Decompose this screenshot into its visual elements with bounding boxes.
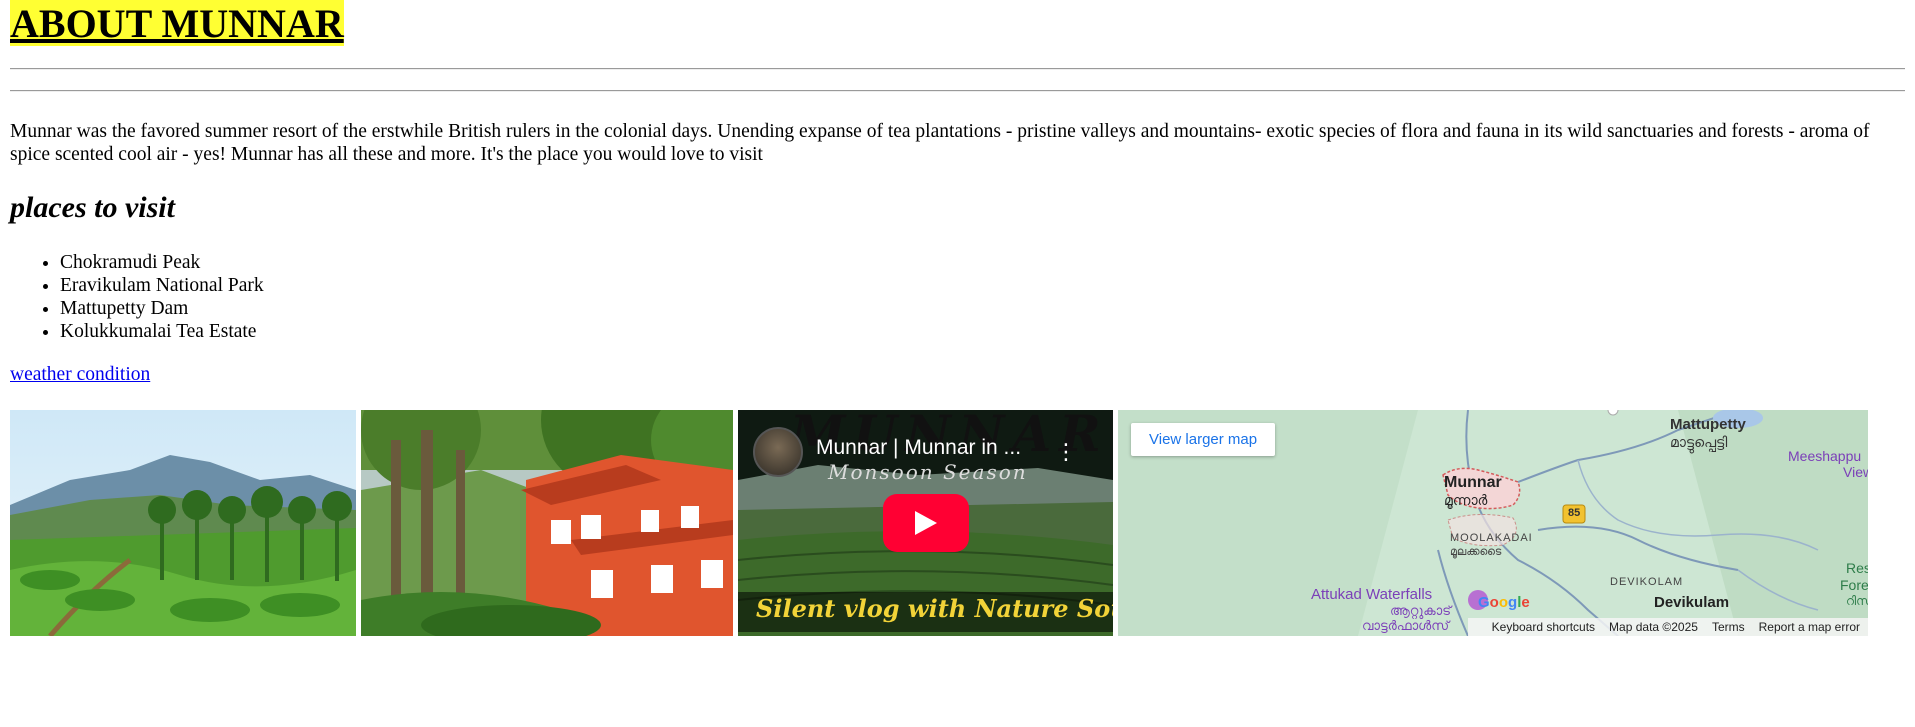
map-label-moolakadai-ml: മൂലക്കടൈ — [1450, 546, 1502, 558]
map-label-attukad: Attukad Waterfalls — [1311, 586, 1433, 603]
list-item: Chokramudi Peak — [60, 251, 1905, 274]
divider — [10, 90, 1905, 92]
tea-plantation-image — [10, 410, 356, 636]
resort-image — [361, 410, 733, 636]
google-map-embed[interactable]: View larger map Mattupetty മാട്ടുപ്പെട്ട… — [1118, 410, 1868, 636]
map-label-munnar-ml: മൂന്നാർ — [1444, 492, 1488, 508]
map-label-devikulam: Devikulam — [1654, 594, 1730, 611]
play-icon — [915, 511, 937, 535]
intro-paragraph: Munnar was the favored summer resort of … — [10, 121, 1870, 165]
map-label-attukad-ml-1: ആറ്റുകാട് — [1390, 603, 1452, 618]
list-item: Eravikulam National Park — [60, 274, 1905, 297]
terms-link[interactable]: Terms — [1712, 620, 1745, 634]
map-footer: Keyboard shortcuts Map data ©2025 Terms … — [1468, 618, 1868, 636]
weather-link[interactable]: weather condition — [10, 364, 150, 386]
places-list: Chokramudi Peak Eravikulam National Park… — [10, 251, 1905, 343]
youtube-video-embed[interactable]: MUNNAR Monsoon Season Munnar | Munnar in… — [738, 410, 1113, 636]
view-larger-map-button[interactable]: View larger map — [1131, 423, 1276, 456]
map-label-reserve-1: Res — [1846, 560, 1868, 576]
video-title[interactable]: Munnar | Munnar in ... — [816, 436, 1046, 460]
list-item: Kolukkumalai Tea Estate — [60, 320, 1905, 343]
map-label-devikolam-caps: DEVIKOLAM — [1610, 576, 1684, 588]
media-row: MUNNAR Monsoon Season Munnar | Munnar in… — [10, 410, 1905, 636]
map-label-moolakadai: MOOLAKADAI — [1450, 532, 1533, 544]
map-label-munnar: Munnar — [1444, 474, 1502, 491]
report-map-error-link[interactable]: Report a map error — [1759, 620, 1860, 634]
route-badge: 85 — [1568, 507, 1581, 519]
map-label-reserve-ml: റിസ — [1846, 594, 1868, 608]
map-label-mattupetty: Mattupetty — [1670, 416, 1746, 433]
channel-avatar[interactable] — [753, 427, 803, 477]
keyboard-shortcuts-link[interactable]: Keyboard shortcuts — [1492, 620, 1595, 634]
divider — [10, 68, 1905, 70]
map-label-meeshappu: Meeshappu — [1788, 448, 1862, 464]
map-label-mattupetty-ml: മാട്ടുപ്പെട്ടി — [1670, 434, 1728, 450]
google-logo: Google — [1478, 594, 1530, 611]
places-heading: places to visit — [10, 191, 175, 224]
video-overlay-caption: Silent vlog with Nature Sound — [756, 594, 1113, 623]
map-label-reserve-2: Forest — [1840, 577, 1868, 593]
map-data-attribution: Map data ©2025 — [1609, 620, 1698, 634]
map-label-attukad-ml-2: വാട്ടർഫാൾസ് — [1362, 618, 1450, 633]
list-item: Mattupetty Dam — [60, 297, 1905, 320]
page-title: ABOUT MUNNAR — [10, 0, 344, 46]
play-button[interactable] — [883, 494, 969, 552]
more-options-icon[interactable]: ⋮ — [1055, 440, 1077, 465]
map-label-meeshappu-view: View — [1843, 464, 1868, 480]
video-overlay-subheading: Monsoon Season — [828, 460, 1028, 484]
